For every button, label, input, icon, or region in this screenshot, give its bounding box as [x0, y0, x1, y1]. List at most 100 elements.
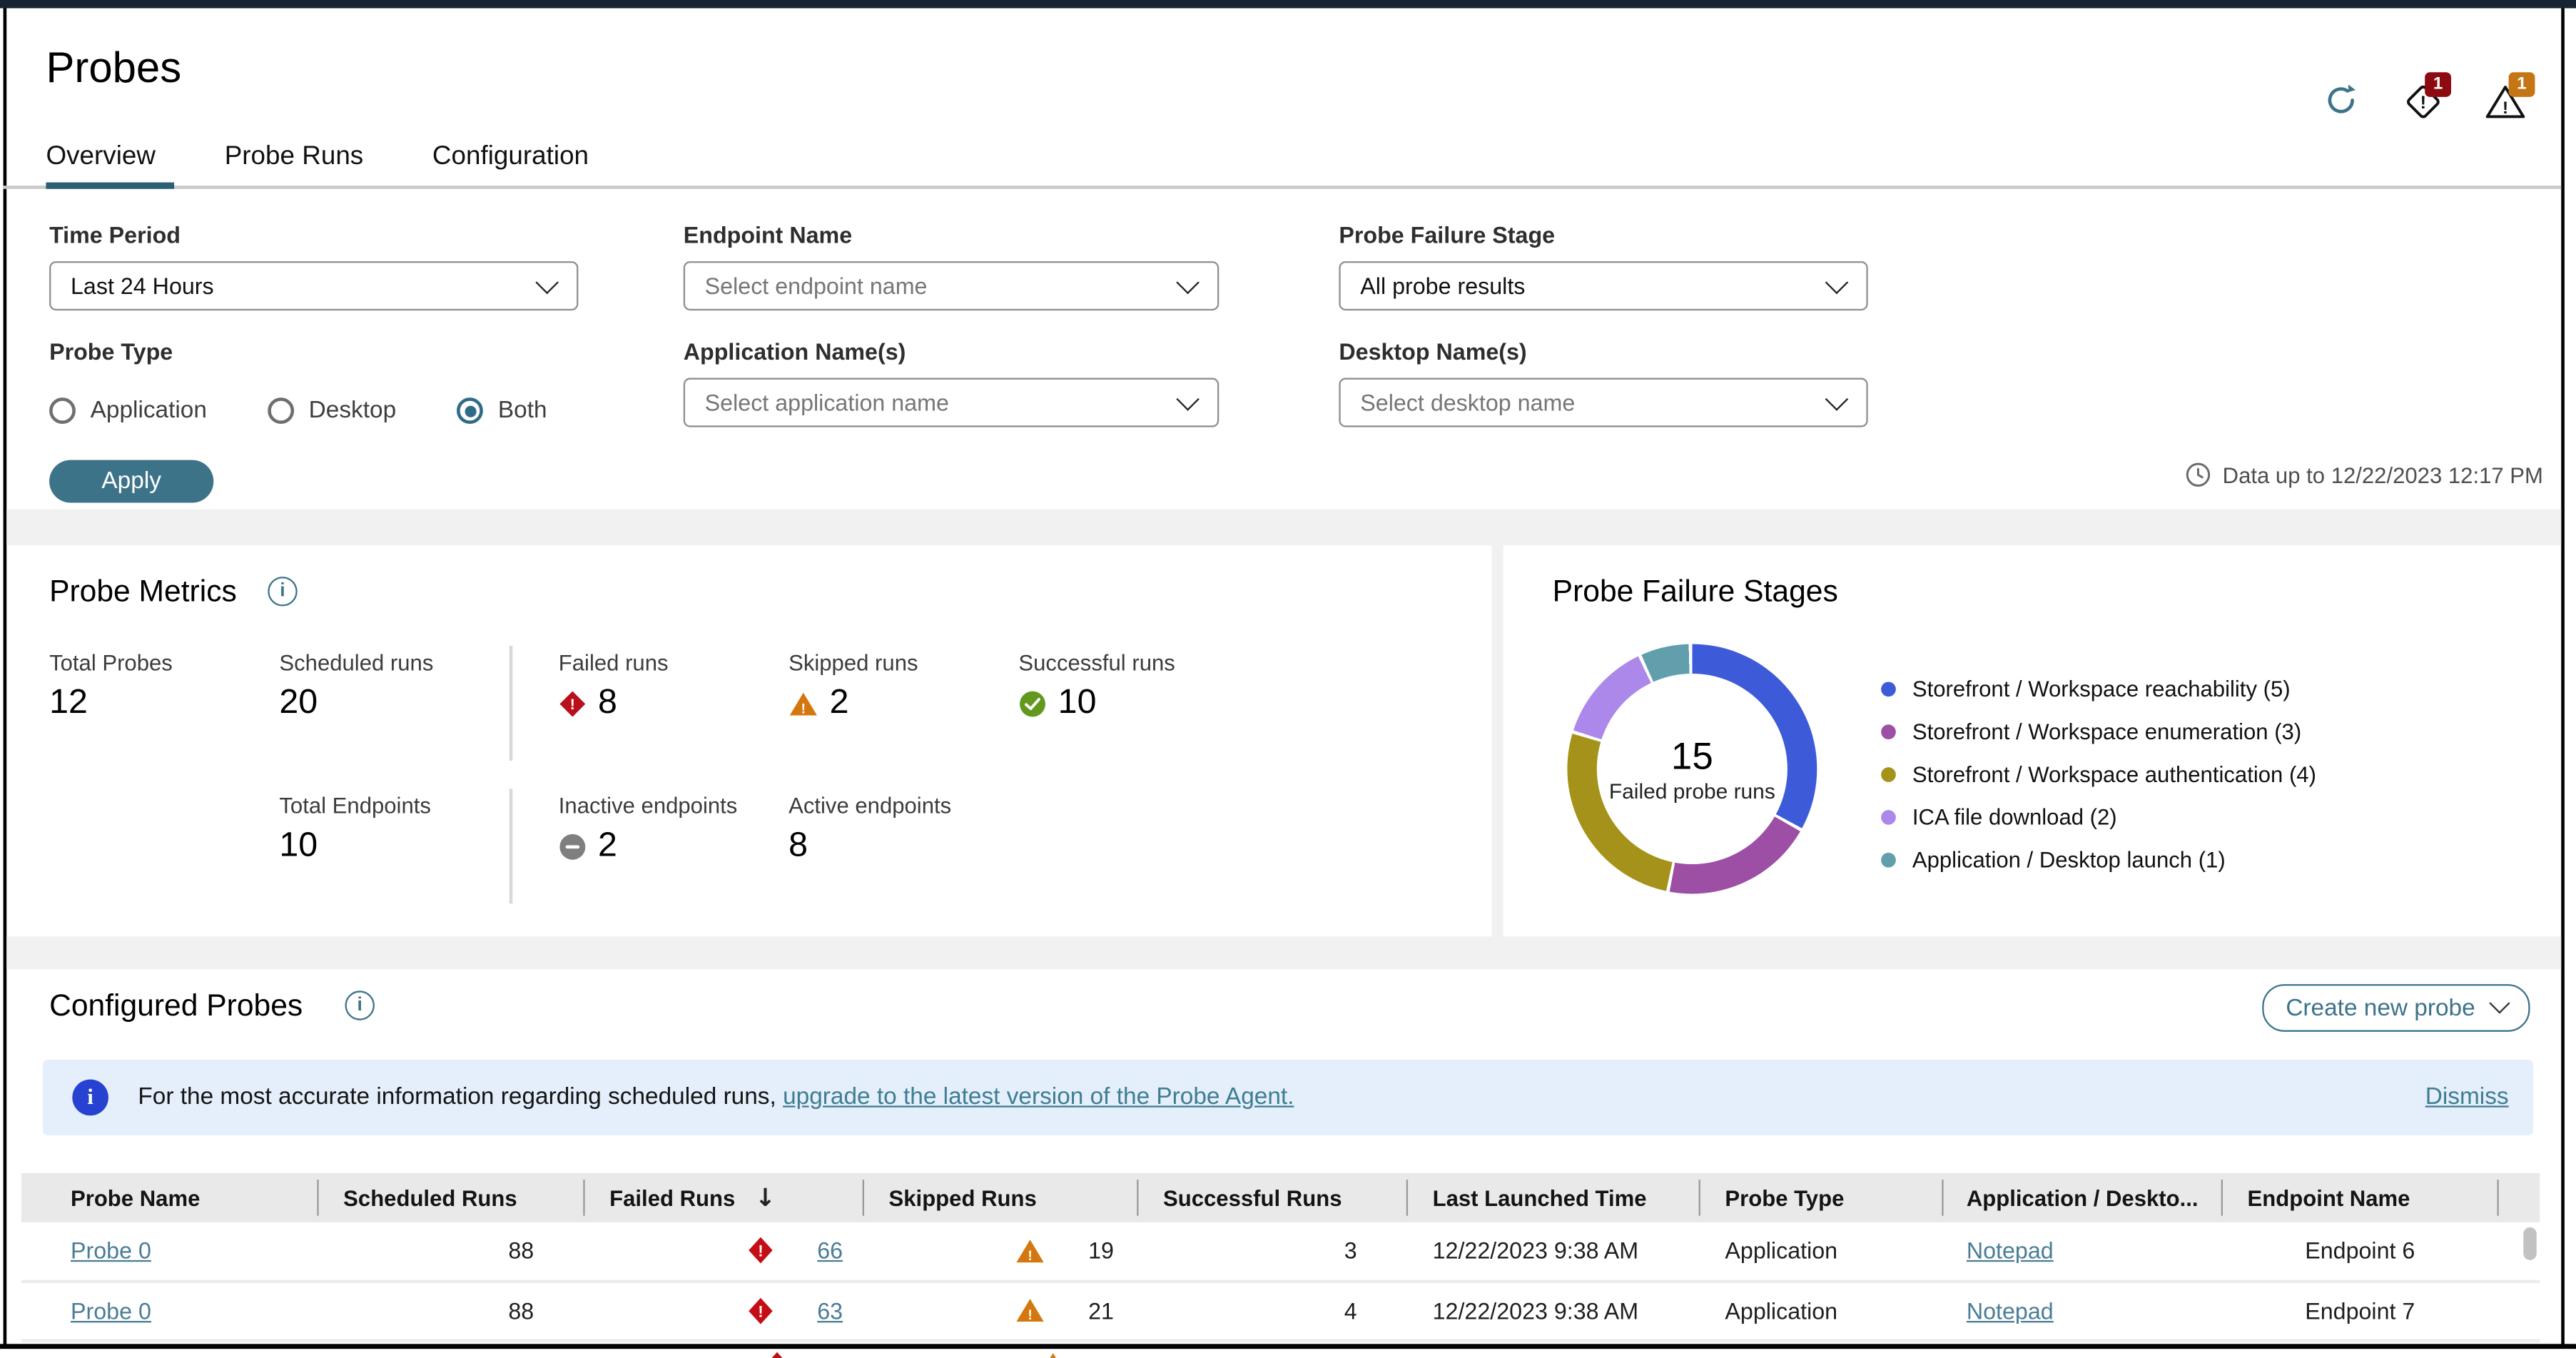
radio-both[interactable]: Both	[457, 397, 547, 424]
metric-label: Skipped runs	[788, 650, 918, 676]
refresh-icon[interactable]	[2323, 82, 2359, 118]
last-launched-cell: 12/22/2023 9:38 AM	[1432, 1237, 1639, 1265]
info-icon: i	[72, 1079, 108, 1116]
legend-dot-ica-download	[1881, 810, 1896, 825]
chevron-down-icon	[1176, 387, 1200, 411]
legend-label: Application / Desktop launch (1)	[1912, 847, 2226, 873]
probe-name-link[interactable]: Probe 0	[71, 1297, 151, 1324]
successful-runs-cell: 4	[1344, 1297, 1357, 1324]
legend-label: Storefront / Workspace enumeration (3)	[1912, 719, 2302, 744]
application-names-select[interactable]: Select application name	[683, 377, 1219, 427]
dismiss-link[interactable]: Dismiss	[2425, 1085, 2509, 1111]
col-scheduled-runs[interactable]: Scheduled Runs	[317, 1185, 583, 1210]
svg-text:!: !	[1028, 1248, 1033, 1263]
failed-runs-link[interactable]: 66	[817, 1237, 843, 1264]
radio-selected-icon	[457, 397, 484, 424]
last-launched-cell: 12/22/2023 9:38 AM	[1432, 1297, 1639, 1324]
metric-value: ! 8	[559, 684, 617, 723]
radio-desktop[interactable]: Desktop	[268, 397, 396, 424]
desktop-names-select[interactable]: Select desktop name	[1339, 377, 1868, 427]
skipped-triangle-icon: !	[789, 691, 817, 716]
header-divider	[2221, 1180, 2223, 1216]
skipped-runs-cell: 21	[1088, 1297, 1114, 1324]
tab-configuration[interactable]: Configuration	[432, 143, 589, 172]
endpoint-name-select[interactable]: Select endpoint name	[683, 261, 1219, 311]
header-divider	[1698, 1180, 1700, 1216]
warnings-icon[interactable]: ! 1	[2484, 72, 2535, 121]
inactive-minus-icon	[559, 833, 586, 859]
warnings-badge: 1	[2508, 72, 2535, 97]
col-failed-runs-label: Failed Runs	[609, 1185, 736, 1210]
chevron-down-icon	[1825, 270, 1849, 295]
radio-both-label: Both	[497, 397, 547, 424]
tab-probe-runs[interactable]: Probe Runs	[225, 143, 364, 172]
card-gap	[1491, 545, 1503, 937]
configured-probes-title: Configured Probes	[49, 987, 303, 1023]
application-link[interactable]: Notepad	[1967, 1237, 2054, 1264]
probe-failure-stage-label: Probe Failure Stage	[1339, 221, 1556, 248]
header-divider	[862, 1180, 865, 1216]
metric-value: ! 2	[788, 684, 849, 723]
desktop-names-placeholder: Select desktop name	[1360, 389, 1576, 416]
page-title: Probes	[46, 42, 182, 92]
table-scrollbar-thumb[interactable]	[2523, 1227, 2537, 1260]
metric-label: Active endpoints	[788, 794, 952, 819]
donut-center: 15 Failed probe runs	[1596, 673, 1788, 865]
svg-text:!: !	[570, 696, 575, 712]
col-failed-runs[interactable]: Failed Runs ↓	[583, 1183, 862, 1212]
metric-divider	[509, 789, 512, 904]
upgrade-banner: i For the most accurate information rega…	[42, 1059, 2534, 1135]
failed-diamond-icon: !	[749, 1297, 774, 1324]
legend-item: Storefront / Workspace enumeration (3)	[1881, 719, 2316, 744]
chevron-down-icon	[535, 270, 559, 295]
donut-center-value: 15	[1670, 734, 1713, 777]
probes-page: Probes ! 1 ! 1 Overview Probe Runs Confi…	[0, 0, 2576, 1358]
upgrade-link[interactable]: upgrade to the latest version of the Pro…	[783, 1085, 1294, 1111]
metric-label: Inactive endpoints	[558, 794, 738, 819]
col-last-launched-time[interactable]: Last Launched Time	[1406, 1185, 1699, 1210]
col-probe-type[interactable]: Probe Type	[1699, 1185, 1942, 1210]
scheduled-runs-value: 20	[279, 683, 318, 721]
failed-runs-value: 8	[598, 683, 617, 721]
probe-name-link[interactable]: Probe 0	[71, 1237, 151, 1264]
skipped-triangle-icon: !	[1017, 1239, 1045, 1263]
metric-value: 20	[279, 684, 318, 723]
success-check-icon	[1020, 690, 1045, 716]
endpoint-name-placeholder: Select endpoint name	[704, 273, 928, 300]
application-link[interactable]: Notepad	[1967, 1297, 2054, 1324]
sort-descending-icon[interactable]: ↓	[755, 1183, 776, 1212]
data-up-to-text: Data up to 12/22/2023 12:17 PM	[2222, 462, 2543, 487]
failed-runs-link[interactable]: 63	[817, 1297, 843, 1324]
data-up-to: Data up to 12/22/2023 12:17 PM	[2185, 462, 2543, 488]
apply-button[interactable]: Apply	[49, 460, 214, 503]
col-endpoint-name[interactable]: Endpoint Name	[2221, 1185, 2498, 1210]
skipped-runs-cell: 19	[1088, 1237, 1114, 1265]
endpoint-name-cell: Endpoint 7	[2305, 1297, 2415, 1324]
alerts-icon[interactable]: ! 1	[2403, 72, 2452, 121]
col-probe-name[interactable]: Probe Name	[21, 1185, 317, 1210]
time-period-select[interactable]: Last 24 Hours	[49, 261, 579, 311]
radio-application[interactable]: Application	[49, 397, 207, 424]
probe-metrics-info-icon[interactable]: i	[268, 577, 298, 607]
probe-failure-stage-select[interactable]: All probe results	[1339, 261, 1868, 311]
metric-value: 8	[788, 826, 808, 866]
col-application-desktop[interactable]: Application / Deskto...	[1942, 1185, 2221, 1210]
frame-border-left	[3, 8, 7, 1347]
col-skipped-runs[interactable]: Skipped Runs	[863, 1185, 1137, 1210]
failed-diamond-icon: !	[749, 1237, 774, 1265]
configured-probes-info-icon[interactable]: i	[345, 990, 375, 1020]
col-successful-runs[interactable]: Successful Runs	[1137, 1185, 1406, 1210]
radio-application-label: Application	[90, 397, 207, 424]
tab-overview[interactable]: Overview	[46, 143, 156, 172]
section-gap	[6, 509, 2562, 546]
create-new-probe-button[interactable]: Create new probe	[2262, 984, 2530, 1032]
endpoint-name-cell: Endpoint 6	[2305, 1237, 2415, 1265]
svg-text:!: !	[801, 701, 806, 716]
application-names-label: Application Name(s)	[683, 338, 906, 365]
scheduled-runs-cell: 88	[508, 1237, 534, 1265]
successful-runs-value: 10	[1058, 683, 1097, 721]
failure-stages-donut: 15 Failed probe runs	[1567, 644, 1817, 894]
legend-label: Storefront / Workspace authentication (4…	[1912, 762, 2316, 787]
legend-item: ICA file download (2)	[1881, 805, 2316, 830]
metric-label: Scheduled runs	[279, 650, 434, 676]
